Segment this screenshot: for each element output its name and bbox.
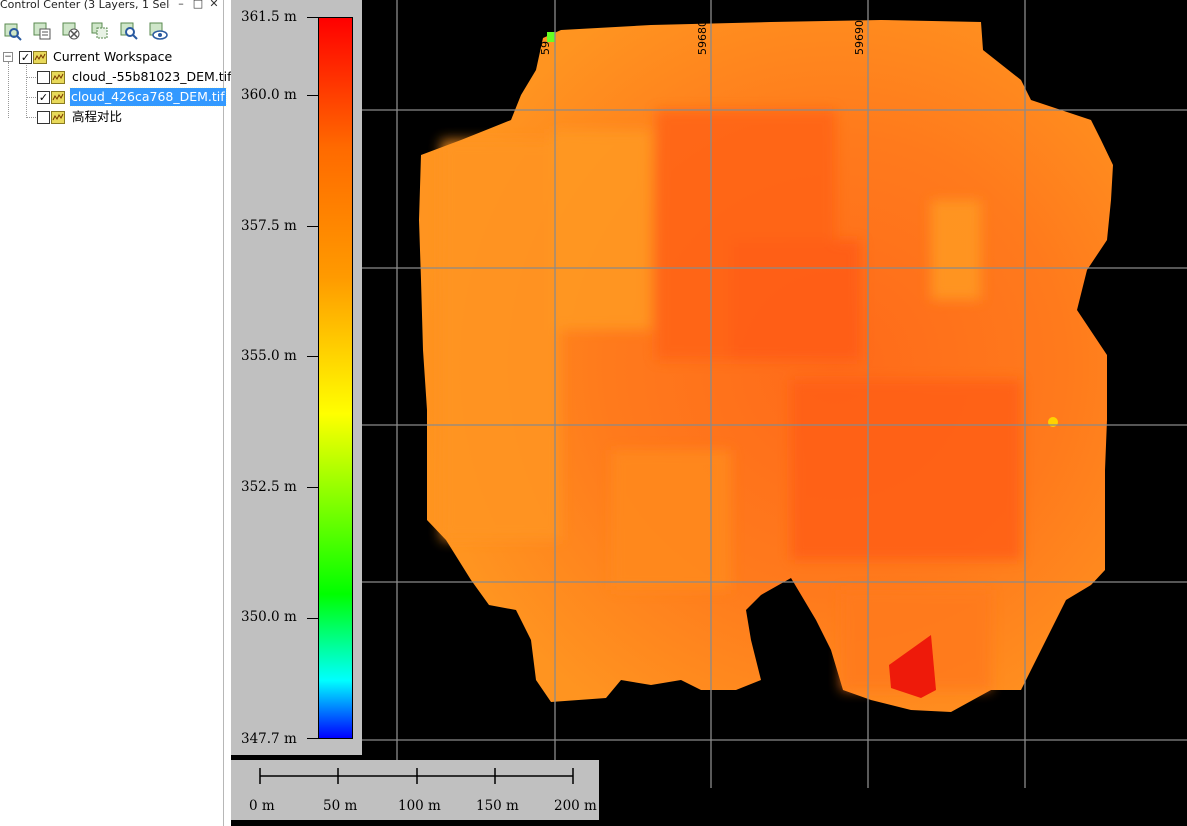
scale-label: 50 m: [323, 798, 358, 814]
scale-label: 200 m: [554, 798, 597, 814]
legend-tick: [307, 17, 318, 18]
legend-label: 360.0 m: [241, 87, 297, 103]
scale-label: 100 m: [398, 798, 441, 814]
maximize-button[interactable]: □: [192, 0, 204, 10]
grid-coordinate-label: 59690: [853, 20, 866, 55]
layer-row[interactable]: cloud_-55b81023_DEM.tif: [0, 68, 232, 86]
layer-checkbox[interactable]: [37, 111, 50, 124]
add-layer-icon[interactable]: [2, 20, 24, 42]
legend-label: 355.0 m: [241, 348, 297, 364]
dem-patch: [551, 130, 651, 330]
layer-checkbox[interactable]: [37, 71, 50, 84]
workspace-icon: [33, 51, 47, 64]
layer-checkbox[interactable]: ✓: [37, 91, 50, 104]
dem-anomaly: [547, 32, 555, 42]
panel-titlebar: Control Center (3 Layers, 1 Sele... – □ …: [0, 0, 224, 14]
legend-tick: [307, 618, 318, 619]
grid-coordinate-label: 59680: [696, 20, 709, 55]
legend-tick: [307, 356, 318, 357]
panel-title: Control Center (3 Layers, 1 Sele...: [0, 0, 170, 11]
legend-label: 352.5 m: [241, 479, 297, 495]
group-layer-icon[interactable]: [89, 20, 111, 42]
legend-label: 357.5 m: [241, 218, 297, 234]
collapse-expander[interactable]: −: [3, 52, 13, 62]
legend-tick: [307, 487, 318, 488]
map-view[interactable]: 59 59680 59690 361.5 m 360.0 m 357.5 m 3…: [231, 0, 1187, 826]
scale-label: 0 m: [249, 798, 275, 814]
legend-label: 350.0 m: [241, 609, 297, 625]
layer-row[interactable]: 高程对比: [0, 108, 222, 126]
layer-label[interactable]: cloud_-55b81023_DEM.tif: [72, 68, 232, 86]
close-button[interactable]: ✕: [208, 0, 220, 10]
layer-label-selected[interactable]: cloud_426ca768_DEM.tif: [69, 87, 227, 107]
layer-row[interactable]: ✓ cloud_426ca768_DEM.tif: [0, 87, 227, 107]
raster-layer-icon: [51, 111, 65, 124]
raster-layer-icon: [51, 91, 65, 104]
scale-label: 150 m: [476, 798, 519, 814]
zoom-to-layer-icon[interactable]: [118, 20, 140, 42]
layer-properties-icon[interactable]: [31, 20, 53, 42]
remove-layer-icon[interactable]: [60, 20, 82, 42]
dem-map[interactable]: 59 59680 59690: [231, 0, 1187, 826]
view-layer-icon[interactable]: [147, 20, 169, 42]
workspace-checkbox[interactable]: ✓: [19, 51, 32, 64]
raster-layer-icon: [51, 71, 65, 84]
elevation-color-ramp: [318, 17, 353, 739]
minimize-button[interactable]: –: [175, 0, 187, 10]
dem-patch: [731, 240, 861, 360]
dem-patch: [931, 200, 981, 300]
legend-tick: [307, 226, 318, 227]
legend-label: 347.7 m: [241, 731, 297, 747]
legend-tick: [307, 95, 318, 96]
dem-patch: [441, 140, 561, 540]
legend-label: 361.5 m: [241, 9, 297, 25]
dem-patch: [791, 380, 1021, 560]
elevation-legend: 361.5 m 360.0 m 357.5 m 355.0 m 352.5 m …: [231, 0, 362, 755]
layer-label[interactable]: 高程对比: [72, 108, 122, 126]
workspace-row[interactable]: − ✓ Current Workspace: [0, 48, 222, 66]
grid-coordinate-label: 59: [539, 41, 552, 55]
legend-tick: [307, 738, 318, 739]
workspace-label[interactable]: Current Workspace: [53, 48, 172, 66]
dem-patch: [611, 450, 731, 590]
scale-bar: 0 m 50 m 100 m 150 m 200 m: [231, 760, 599, 820]
control-center-panel: Control Center (3 Layers, 1 Sele... – □ …: [0, 0, 232, 826]
